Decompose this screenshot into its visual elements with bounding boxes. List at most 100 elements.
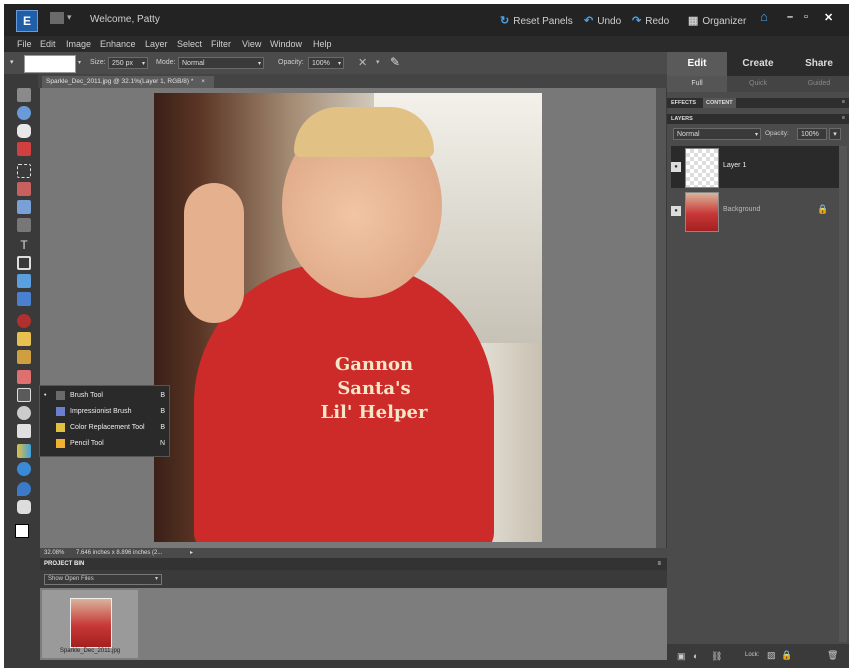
lasso-tool-icon[interactable] (17, 182, 31, 196)
reset-panels-button[interactable]: ↻ Reset Panels (500, 14, 573, 27)
panel-menu-icon[interactable]: ≡ (657, 558, 661, 570)
layer-opacity-field[interactable]: 100% (797, 128, 827, 140)
red-eye-tool-icon[interactable] (17, 314, 31, 328)
photo-canvas[interactable]: Gannon Santa's Lil' Helper (154, 93, 542, 542)
foreground-color-swatch[interactable] (15, 524, 29, 538)
selection-brush-tool-icon[interactable] (17, 218, 31, 232)
flyout-pencil-tool[interactable]: Pencil Tool N (40, 436, 169, 451)
zoom-tool-icon[interactable] (17, 106, 31, 120)
airbrush-icon[interactable]: ✕ (358, 56, 367, 69)
layer-row-layer1[interactable]: ● Layer 1 (671, 146, 839, 188)
organizer-button[interactable]: ▦ Organizer (688, 14, 746, 27)
swatch-caret-icon[interactable]: ▾ (78, 59, 81, 66)
opacity-field[interactable]: 100% ▾ (308, 57, 344, 69)
tab-create[interactable]: Create (727, 52, 789, 76)
blend-mode-select[interactable]: Normal ▾ (673, 128, 761, 140)
mode-select[interactable]: Normal ▾ (178, 57, 264, 69)
visibility-eye-icon[interactable]: ● (671, 206, 681, 216)
status-arrow-icon[interactable]: ▸ (190, 548, 193, 558)
project-bin-header: PROJECT BIN ≡ (40, 558, 667, 570)
size-label: Size: (90, 59, 106, 66)
gradient-tool-icon[interactable] (17, 444, 31, 458)
panel-menu-icon[interactable]: ≡ (842, 115, 845, 121)
eraser-tool-icon[interactable] (17, 370, 31, 384)
workspace-icon[interactable] (50, 12, 64, 24)
chevron-down-icon[interactable]: ▾ (67, 12, 72, 23)
menu-filter[interactable]: Filter (211, 39, 231, 49)
canvas-vertical-scrollbar[interactable] (656, 88, 666, 548)
subtab-guided[interactable]: Guided (789, 76, 849, 92)
straighten-tool-icon[interactable] (17, 292, 31, 306)
project-bin-filter-select[interactable]: Show Open Files ▾ (44, 574, 162, 585)
move-tool-icon[interactable] (17, 88, 31, 102)
magic-wand-tool-icon[interactable] (17, 200, 31, 214)
document-tab[interactable]: Sparkle_Dec_2011.jpg @ 32.1%(Layer 1, RG… (42, 76, 214, 88)
lock-icon: 🔒 (817, 204, 829, 214)
home-icon[interactable]: ⌂ (760, 9, 768, 24)
brush-tool-icon[interactable] (17, 388, 31, 402)
spot-healing-tool-icon[interactable] (17, 332, 31, 346)
flyout-brush-tool[interactable]: • Brush Tool B (40, 388, 169, 403)
undo-button[interactable]: ↶ Undo (584, 14, 621, 27)
tool-preset-caret-icon[interactable]: ▾ (10, 58, 14, 66)
marquee-tool-icon[interactable] (17, 164, 31, 178)
redo-button[interactable]: ↷ Redo (632, 14, 669, 27)
brush-preview-swatch[interactable] (24, 55, 76, 73)
close-tab-icon[interactable]: × (201, 78, 205, 85)
trash-icon[interactable]: 🗑 (827, 650, 838, 661)
undo-label: Undo (597, 16, 622, 27)
link-layers-icon[interactable]: ⛓ (711, 651, 722, 662)
brush-settings-caret-icon[interactable]: ▾ (376, 58, 380, 66)
tab-edit[interactable]: Edit (667, 52, 727, 76)
type-tool-icon[interactable]: T (17, 238, 31, 252)
canvas-area[interactable]: Gannon Santa's Lil' Helper (40, 88, 656, 548)
layer-row-background[interactable]: ● Background 🔒 (671, 190, 839, 232)
tab-content[interactable]: CONTENT (703, 98, 736, 108)
blend-mode-value: Normal (677, 131, 700, 138)
menu-file[interactable]: File (17, 39, 32, 49)
flyout-impressionist-brush[interactable]: Impressionist Brush B (40, 404, 169, 419)
menu-select[interactable]: Select (177, 39, 202, 49)
close-button[interactable]: ✕ (824, 11, 833, 24)
blur-tool-icon[interactable] (17, 482, 31, 496)
menu-layer[interactable]: Layer (145, 39, 168, 49)
minimize-button[interactable]: – (787, 11, 793, 23)
clone-stamp-tool-icon[interactable] (17, 350, 31, 364)
opacity-label: Opacity: (278, 59, 304, 66)
paint-bucket-tool-icon[interactable] (17, 424, 31, 438)
app-logo-icon[interactable]: E (16, 10, 38, 32)
project-bin-item[interactable]: Sparkle_Dec_2011.jpg (42, 590, 138, 658)
chevron-down-icon: ▾ (337, 61, 341, 67)
subtab-full[interactable]: Full (667, 76, 727, 92)
visibility-eye-icon[interactable]: ● (671, 162, 681, 172)
tab-effects[interactable]: EFFECTS (671, 100, 696, 106)
new-adjustment-layer-icon[interactable]: ◐ (693, 651, 698, 661)
tab-share[interactable]: Share (789, 52, 849, 76)
zoom-readout[interactable]: 32.08% (44, 548, 64, 558)
subtab-quick[interactable]: Quick (727, 76, 789, 92)
menu-enhance[interactable]: Enhance (100, 39, 136, 49)
size-field[interactable]: 250 px ▾ (108, 57, 148, 69)
layers-scrollbar[interactable] (839, 146, 847, 642)
lock-all-icon[interactable]: 🔒 (781, 650, 792, 661)
hand-tool-icon[interactable] (17, 124, 31, 138)
panel-menu-icon[interactable]: ≡ (842, 99, 845, 105)
menu-window[interactable]: Window (270, 39, 302, 49)
smart-brush-tool-icon[interactable] (17, 406, 31, 420)
cookie-cutter-tool-icon[interactable] (17, 274, 31, 288)
eyedropper-tool-icon[interactable] (17, 142, 31, 156)
new-layer-icon[interactable]: ▣ (677, 651, 686, 662)
menu-edit[interactable]: Edit (40, 39, 56, 49)
lock-transparent-icon[interactable]: ▨ (767, 650, 776, 661)
crop-tool-icon[interactable] (17, 256, 31, 270)
flyout-color-replacement-tool[interactable]: Color Replacement Tool B (40, 420, 169, 435)
menu-image[interactable]: Image (66, 39, 91, 49)
document-tab-label: Sparkle_Dec_2011.jpg @ 32.1%(Layer 1, RG… (46, 78, 194, 85)
shape-tool-icon[interactable] (17, 462, 31, 476)
chevron-down-icon[interactable]: ▾ (829, 128, 841, 140)
sponge-tool-icon[interactable] (17, 500, 31, 514)
menu-view[interactable]: View (242, 39, 261, 49)
tablet-options-icon[interactable]: ✎ (390, 55, 400, 69)
menu-help[interactable]: Help (313, 39, 332, 49)
restore-button[interactable]: ▫ (804, 11, 808, 23)
